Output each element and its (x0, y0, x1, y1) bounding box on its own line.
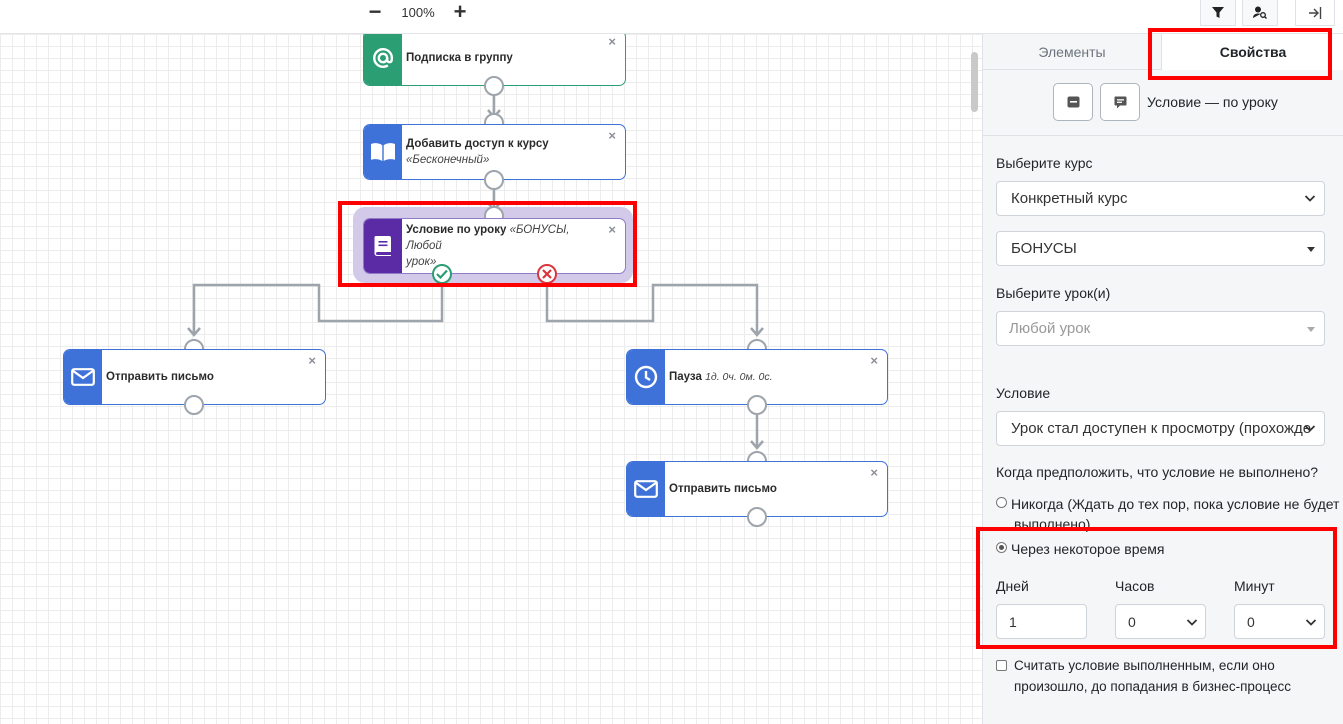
node-subtitle-inline: 1д. 0ч. 0м. 0с. (705, 371, 773, 383)
workflow-editor: − 100% + Подписка в группу × Добавить до… (0, 0, 1343, 724)
radio-never-label-cont: выполнено) (1014, 516, 1091, 532)
clock-icon (627, 350, 665, 404)
collapse-panel-icon (1309, 6, 1322, 19)
days-value: 1 (1009, 613, 1017, 630)
days-input[interactable]: 1 (996, 604, 1087, 639)
comment-button[interactable] (1100, 83, 1140, 121)
close-icon[interactable]: × (870, 353, 878, 368)
panel-header-title: Условие — по уроку (1147, 94, 1278, 110)
caret-down-icon (1307, 247, 1315, 252)
zoom-out-button[interactable]: − (362, 0, 388, 24)
hours-label: Часов (1115, 578, 1155, 594)
close-icon[interactable]: × (870, 465, 878, 480)
course-mode-select[interactable]: Конкретный курс (996, 181, 1325, 216)
radio-after-time[interactable] (996, 542, 1007, 553)
envelope-icon (64, 350, 102, 404)
user-search-icon (1253, 6, 1267, 19)
lesson-label: Выберите урок(и) (996, 285, 1111, 301)
output-port[interactable] (747, 507, 767, 527)
node-title: Условие по уроку (406, 224, 507, 236)
chevron-down-icon (1305, 619, 1317, 626)
workflow-canvas[interactable]: Подписка в группу × Добавить доступ к ку… (0, 34, 982, 724)
course-label: Выберите курс (996, 155, 1093, 171)
tab-properties[interactable]: Свойства (1161, 34, 1343, 70)
minutes-value: 0 (1247, 613, 1255, 630)
course-select[interactable]: БОНУСЫ (996, 231, 1325, 266)
hours-select[interactable]: 0 (1115, 604, 1206, 639)
chevron-down-icon (1186, 619, 1198, 626)
course-mode-value: Конкретный курс (1011, 190, 1128, 207)
no-port[interactable] (537, 264, 557, 284)
radio-after-time-label: Через некоторое время (1011, 541, 1165, 557)
fail-question-label: Когда предположить, что условие не выпол… (996, 464, 1319, 480)
caret-down-icon (1307, 327, 1315, 332)
node-subtitle: «Бесконечный» (406, 154, 490, 166)
node-title: Добавить доступ к курсу (406, 138, 549, 150)
filter-icon (1212, 6, 1224, 18)
close-icon[interactable]: × (308, 353, 316, 368)
radio-never[interactable] (996, 497, 1007, 508)
condition-label: Условие (996, 385, 1051, 401)
node-title: Отправить письмо (106, 371, 214, 383)
message-button[interactable] (1053, 83, 1093, 121)
lesson-select[interactable]: Любой урок (996, 311, 1325, 346)
minutes-select[interactable]: 0 (1234, 604, 1325, 639)
properties-panel: Элементы Свойства Условие — по уроку Выб… (982, 34, 1343, 724)
condition-value: Урок стал доступен к просмотру (прохожде (1011, 420, 1312, 437)
filter-button[interactable] (1200, 0, 1236, 26)
condition-select[interactable]: Урок стал доступен к просмотру (прохожде (996, 411, 1325, 446)
days-label: Дней (996, 578, 1029, 594)
output-port[interactable] (484, 76, 504, 96)
at-icon (364, 34, 402, 85)
output-port[interactable] (184, 395, 204, 415)
course-value: БОНУСЫ (1011, 240, 1077, 257)
node-title: Подписка в группу (406, 52, 513, 64)
prior-condition-label-cont: произошло, до попадания в бизнес-процесс (1014, 679, 1292, 694)
lesson-book-icon (364, 219, 402, 273)
hours-value: 0 (1128, 613, 1136, 630)
close-icon[interactable]: × (608, 34, 616, 49)
yes-port[interactable] (432, 264, 452, 284)
message-icon (1067, 96, 1079, 108)
close-icon[interactable]: × (608, 128, 616, 143)
x-icon (542, 269, 552, 279)
chevron-down-icon (1304, 195, 1316, 202)
panel-tabs: Элементы Свойства (983, 34, 1343, 70)
node-lesson-condition[interactable]: Условие по уроку «БОНУСЫ, Любой урок» × (363, 218, 626, 274)
book-open-icon (364, 125, 402, 179)
minutes-label: Минут (1234, 578, 1275, 594)
zoom-level: 100% (401, 5, 435, 20)
zoom-in-button[interactable]: + (447, 0, 473, 24)
node-title: Отправить письмо (669, 483, 777, 495)
prior-condition-label: Считать условие выполненным, если оно (1014, 658, 1275, 673)
tab-elements[interactable]: Элементы (983, 34, 1161, 70)
divider (983, 135, 1343, 136)
comment-icon (1114, 96, 1126, 108)
lesson-placeholder: Любой урок (1009, 320, 1091, 337)
check-icon (436, 269, 448, 279)
chevron-down-icon (1304, 425, 1316, 432)
top-toolbar: − 100% + (0, 0, 1343, 34)
prior-condition-checkbox[interactable] (996, 660, 1007, 671)
node-title: Пауза (669, 371, 702, 383)
output-port[interactable] (747, 395, 767, 415)
envelope-icon (627, 462, 665, 516)
canvas-scrollbar[interactable] (971, 52, 978, 112)
output-port[interactable] (484, 170, 504, 190)
collapse-panel-button[interactable] (1295, 0, 1335, 26)
radio-never-label: Никогда (Ждать до тех пор, пока условие … (1011, 496, 1340, 512)
close-icon[interactable]: × (608, 222, 616, 237)
user-search-button[interactable] (1242, 0, 1278, 26)
